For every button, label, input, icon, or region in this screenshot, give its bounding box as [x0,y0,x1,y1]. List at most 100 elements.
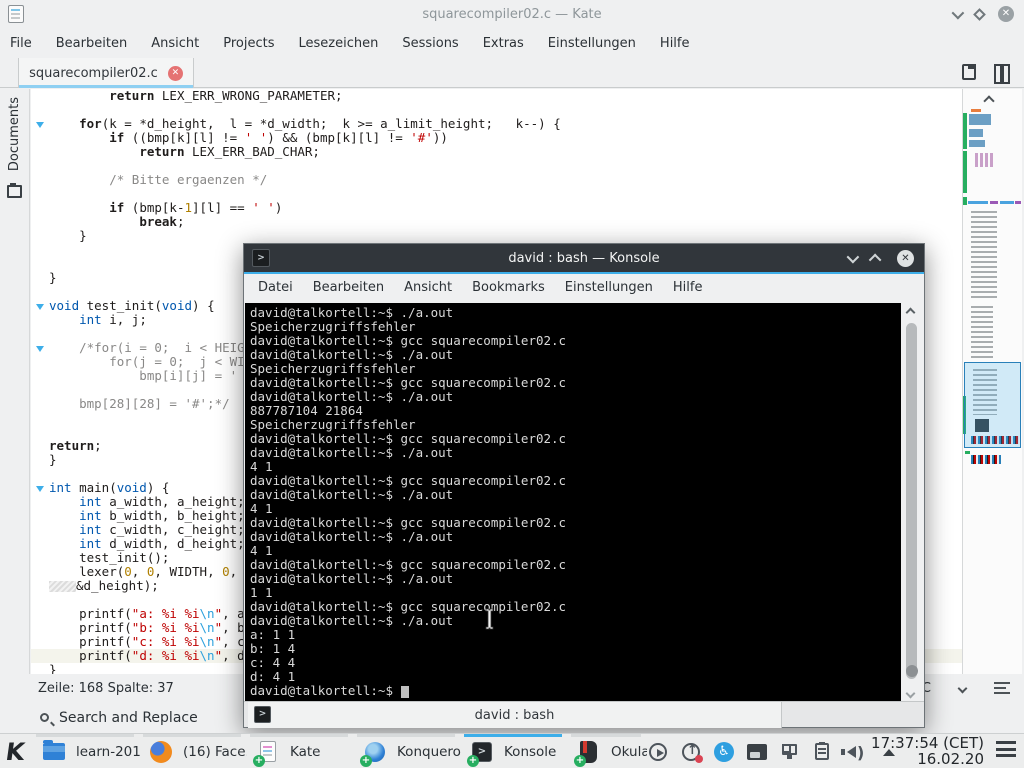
menu-item-hilfe[interactable]: Hilfe [673,280,703,295]
code-line[interactable] [31,159,962,173]
menu-item-einstellungen[interactable]: Einstellungen [548,36,636,51]
taskbar-button-label: (16) Face... [183,744,247,760]
code-line[interactable]: if ((bmp[k][l] != ' ') && (bmp[k][l] != … [31,131,962,145]
taskbar-button-label: learn-201... [76,744,140,760]
terminal-line: Speicherzugriffsfehler [250,418,901,432]
terminal-line: david@talkortell:~$ ./a.out [250,306,901,320]
close-icon[interactable]: ✕ [998,6,1014,22]
menu-item-extras[interactable]: Extras [483,36,524,51]
konqueror-icon: + [363,740,387,764]
filesystem-browser-icon[interactable] [7,185,22,198]
line-settings-icon[interactable] [994,682,1010,694]
plus-badge-icon: + [253,755,265,767]
menu-item-sessions[interactable]: Sessions [402,36,458,51]
terminal-line: 887787104 21864 [250,404,901,418]
kate-menubar: File Bearbeiten Ansicht Projects Lesezeichen… [0,28,1024,58]
maximize-icon[interactable] [973,8,986,21]
taskbar-button-firefox[interactable]: (16) Face... [143,734,247,768]
tab-david-bash[interactable]: > david : bash [248,702,782,728]
minimize-icon[interactable] [847,250,860,263]
clipboard-icon[interactable] [813,742,833,762]
terminal-line: david@talkortell:~$ gcc squarecompiler02… [250,600,901,614]
terminal-scrollbar[interactable] [902,303,922,701]
taskbar-button-label: Okular [611,744,647,760]
scrollbar-knob[interactable] [906,665,918,677]
menu-item-ansicht[interactable]: Ansicht [404,280,452,295]
fold-marker-icon[interactable] [31,481,49,495]
code-line[interactable]: } [31,229,962,243]
taskbar-button-kate[interactable]: +Kate [250,734,354,768]
menu-item-file[interactable]: File [10,36,32,51]
cursor-position-status: Zeile: 168 Spalte: 37 [38,681,174,696]
digital-clock[interactable]: 17:37:54 (CET) 16.02.20 [871,735,984,767]
code-line[interactable]: return LEX_ERR_WRONG_PARAMETER; [31,89,962,103]
terminal-line: 4 1 [250,460,901,474]
konsole-icon: >+ [470,740,494,764]
terminal-line: david@talkortell:~$ gcc squarecompiler02… [250,474,901,488]
taskbar-button-konqueror[interactable]: + Konqueror [357,734,461,768]
menu-item-hilfe[interactable]: Hilfe [660,36,690,51]
split-view-icon[interactable] [994,64,1010,80]
volume-icon[interactable] [846,742,866,762]
minimap-viewport[interactable] [964,362,1021,448]
fold-marker-icon[interactable] [31,299,49,313]
taskbar-button-okular[interactable]: +Okular [571,734,647,768]
media-play-icon[interactable] [648,742,668,762]
new-document-icon[interactable] [962,64,976,80]
menu-item-bearbeiten[interactable]: Bearbeiten [313,280,384,295]
code-line[interactable] [31,187,962,201]
konsole-window-title: david : bash — Konsole [244,251,924,266]
taskbar-panel: K learn-201...(16) Face...+Kate+Konquero… [0,733,1024,768]
tab-close-icon[interactable]: ✕ [168,66,183,81]
terminal-line: david@talkortell:~$ gcc squarecompiler02… [250,376,901,390]
taskbar-button-label: Konqueror [397,744,461,760]
taskbar-button-konsole[interactable]: >+ Konsole [464,734,568,768]
menu-item-bearbeiten[interactable]: Bearbeiten [56,36,127,51]
taskbar-button-folder[interactable]: learn-201... [36,734,140,768]
scroll-up-arrow-icon[interactable] [906,308,916,318]
minimize-icon[interactable] [952,6,965,19]
code-line[interactable] [31,103,962,117]
kate-tabbar: squarecompiler02.c ✕ [0,58,1024,88]
fold-marker-icon[interactable] [31,341,49,355]
menu-item-datei[interactable]: Datei [258,280,293,295]
code-line[interactable]: if (bmp[k-1][l] == ' ') [31,201,962,215]
menu-item-ansicht[interactable]: Ansicht [151,36,199,51]
close-icon[interactable]: ✕ [897,250,914,267]
update-notifier-icon[interactable] [681,742,701,762]
code-line[interactable]: /* Bitte ergaenzen */ [31,173,962,187]
sidebar-item-documents[interactable]: Documents [7,97,22,171]
screen-share-icon[interactable] [747,742,767,762]
konsole-titlebar[interactable]: > david : bash — Konsole ✕ [244,244,924,274]
konsole-app-icon: > [252,249,270,267]
scrollbar-thumb[interactable] [906,323,917,679]
scroll-down-arrow-icon[interactable] [906,689,916,699]
menu-item-lesezeichen[interactable]: Lesezeichen [298,36,378,51]
terminal-line: david@talkortell:~$ ./a.out [250,390,901,404]
maximize-icon[interactable] [869,253,882,266]
terminal-line: d: 4 1 [250,670,901,684]
menu-item-bookmarks[interactable]: Bookmarks [472,280,545,295]
code-line[interactable]: return LEX_ERR_BAD_CHAR; [31,145,962,159]
display-connector-icon[interactable] [780,742,800,762]
terminal-output[interactable]: david@talkortell:~$ ./a.out Speicherzugri… [245,303,901,701]
fold-marker-icon[interactable] [31,117,49,131]
menu-item-projects[interactable]: Projects [223,36,274,51]
minimap-up-arrow-icon[interactable] [983,95,994,106]
terminal-line: david@talkortell:~$ gcc squarecompiler02… [250,432,901,446]
panel-menu-icon[interactable] [996,741,1016,757]
terminal-line: david@talkortell:~$ gcc squarecompiler02… [250,334,901,348]
editor-minimap-scrollbar[interactable] [962,89,1022,674]
code-line[interactable]: break; [31,215,962,229]
menu-item-einstellungen[interactable]: Einstellungen [565,280,653,295]
chevron-down-icon[interactable] [958,683,968,693]
accessibility-icon[interactable]: ♿ [714,742,734,762]
taskbar-button-label: Konsole [504,744,556,760]
kate-left-sidebar: Documents [0,89,30,674]
application-launcher-icon[interactable]: K [4,738,34,764]
plus-badge-icon: + [360,755,372,767]
kate-titlebar[interactable]: squarecompiler02.c — Kate ✕ [0,0,1024,28]
code-line[interactable]: for(k = *d_height, l = *d_width; k >= a_… [31,117,962,131]
konsole-tabbar: > david : bash [244,701,924,727]
tab-squarecompiler02[interactable]: squarecompiler02.c ✕ [18,58,194,88]
